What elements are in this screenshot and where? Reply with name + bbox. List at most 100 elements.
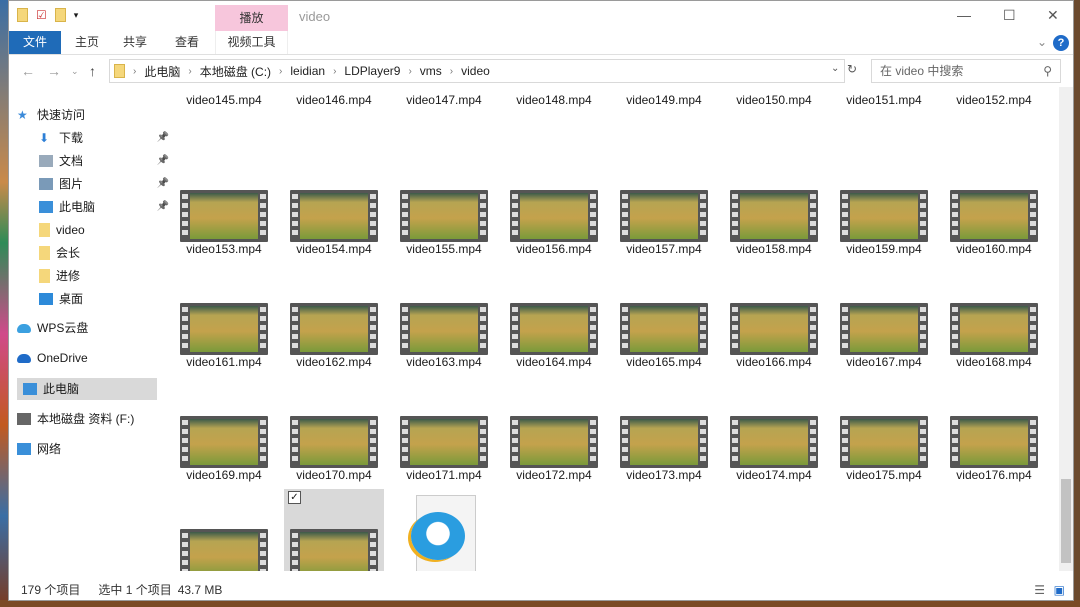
maximize-button[interactable]: ☐ [1003,7,1016,24]
file-name: video145.mp4 [186,93,262,107]
sidebar-item[interactable]: 此电脑 📌 [39,196,173,218]
sidebar-item[interactable]: 桌面 [39,288,173,310]
customize-toolbar-icon[interactable]: ▾ [74,10,79,21]
file-item[interactable]: video175.mp4 [834,376,934,488]
expand-ribbon-icon[interactable]: ⌄ [1037,35,1047,49]
properties-icon[interactable]: ☑ [36,8,47,22]
sidebar-item[interactable]: video [39,219,173,241]
file-item[interactable]: video150.mp4 [724,87,824,111]
folder-icon[interactable] [17,8,28,22]
crumb-this-pc[interactable]: 此电脑 [144,63,180,80]
address-dropdown-icon[interactable]: ⌄ [831,63,839,74]
file-item[interactable]: video155.mp4 [394,150,494,262]
sidebar-item[interactable]: WPS云盘 [17,317,151,339]
large-icons-view-icon[interactable]: ▣ [1054,579,1065,601]
file-item[interactable]: ✓video178.mp4 [284,489,384,571]
file-name: video146.mp4 [296,93,372,107]
context-tab-play: 播放 [215,5,288,31]
file-item[interactable]: video173.mp4 [614,376,714,488]
help-icon[interactable]: ? [1053,35,1069,51]
sidebar-item[interactable]: 图片 📌 [39,173,173,195]
sidebar-item[interactable]: 本地磁盘 资料 (F:) [17,408,151,430]
tab-video-tools[interactable]: 视频工具 [215,31,288,54]
file-item[interactable]: video146.mp4 [284,87,384,111]
vertical-scrollbar[interactable] [1059,87,1073,571]
sidebar-item[interactable]: OneDrive [17,347,151,369]
file-item[interactable]: video177.mp4 [174,489,274,571]
file-item[interactable]: video147.mp4 [394,87,494,111]
file-item[interactable]: video164.mp4 [504,263,604,375]
new-folder-icon[interactable] [54,8,66,22]
video-thumbnail [620,303,708,355]
file-name: video155.mp4 [406,242,482,256]
file-explorer-window: ☑ ▾ 播放 video — ☐ ✕ 文件 主页 共享 查看 视频工具 ⌄ ? … [8,0,1074,601]
tab-file[interactable]: 文件 [9,31,61,54]
back-button[interactable]: ← [21,63,35,79]
details-view-icon[interactable]: ☰ [1034,579,1045,601]
file-item[interactable]: video154.mp4 [284,150,384,262]
crumb-local-disk-c[interactable]: 本地磁盘 (C:) [200,63,271,80]
selection-checkbox[interactable]: ✓ [288,491,301,504]
search-input[interactable]: 在 video 中搜索 ⚲ [871,59,1061,83]
file-item[interactable]: video169.mp4 [174,376,274,488]
forward-button[interactable]: → [47,63,61,79]
video-thumbnail [510,416,598,468]
file-name: video173.mp4 [626,468,702,482]
file-item[interactable]: videorecords.xml [394,489,494,571]
sidebar-item[interactable]: 文档 📌 [39,150,173,172]
sidebar-item[interactable]: ⬇ 下载 📌 [39,127,173,149]
file-name: video170.mp4 [296,468,372,482]
tab-share[interactable]: 共享 [115,31,155,54]
file-item[interactable]: video165.mp4 [614,263,714,375]
file-item[interactable]: video159.mp4 [834,150,934,262]
file-item[interactable]: video145.mp4 [174,87,274,111]
file-item[interactable]: video170.mp4 [284,376,384,488]
sidebar-item-label: OneDrive [37,351,88,365]
sidebar-item[interactable]: 网络 [17,438,151,460]
file-item[interactable]: video156.mp4 [504,150,604,262]
crumb-vms[interactable]: vms [420,64,442,78]
file-item[interactable]: video152.mp4 [944,87,1044,111]
sidebar-item-label: 快速访问 [37,108,86,122]
file-item[interactable]: video157.mp4 [614,150,714,262]
file-item[interactable]: video172.mp4 [504,376,604,488]
sidebar-item[interactable]: 会长 [39,242,173,264]
file-item[interactable]: video149.mp4 [614,87,714,111]
file-item[interactable]: video168.mp4 [944,263,1044,375]
file-item[interactable]: video153.mp4 [174,150,274,262]
file-item[interactable]: video160.mp4 [944,150,1044,262]
refresh-icon[interactable]: ↻ [847,62,857,76]
file-item[interactable]: video161.mp4 [174,263,274,375]
file-item[interactable]: video167.mp4 [834,263,934,375]
tab-view[interactable]: 查看 [167,31,207,54]
file-item[interactable]: video148.mp4 [504,87,604,111]
file-name: video151.mp4 [846,93,922,107]
file-item[interactable]: video163.mp4 [394,263,494,375]
minimize-button[interactable]: — [957,7,971,23]
video-thumbnail [730,416,818,468]
video-thumbnail [180,529,268,571]
file-item[interactable]: video171.mp4 [394,376,494,488]
video-thumbnail [180,190,268,242]
up-button[interactable]: ↑ [89,63,96,79]
video-thumbnail [730,303,818,355]
breadcrumb[interactable]: › 此电脑 › 本地磁盘 (C:) › leidian › LDPlayer9 › vms… [109,59,845,83]
scrollbar-thumb[interactable] [1061,479,1071,563]
recent-locations-icon[interactable]: ⌄ [71,66,79,77]
file-item[interactable]: video174.mp4 [724,376,824,488]
file-item[interactable]: video176.mp4 [944,376,1044,488]
crumb-ldplayer9[interactable]: LDPlayer9 [344,64,400,78]
file-item[interactable]: video162.mp4 [284,263,384,375]
item-count: 179 个项目 [21,583,81,597]
close-button[interactable]: ✕ [1047,7,1059,24]
video-thumbnail [290,303,378,355]
file-item[interactable]: video151.mp4 [834,87,934,111]
file-item[interactable]: video166.mp4 [724,263,824,375]
crumb-video[interactable]: video [461,64,490,78]
sidebar-item[interactable]: ★ 快速访问 [17,104,151,126]
sidebar-item[interactable]: 进修 [39,265,173,287]
file-item[interactable]: video158.mp4 [724,150,824,262]
crumb-leidian[interactable]: leidian [290,64,325,78]
tab-home[interactable]: 主页 [67,31,107,54]
sidebar-item[interactable]: 此电脑 [17,378,157,400]
